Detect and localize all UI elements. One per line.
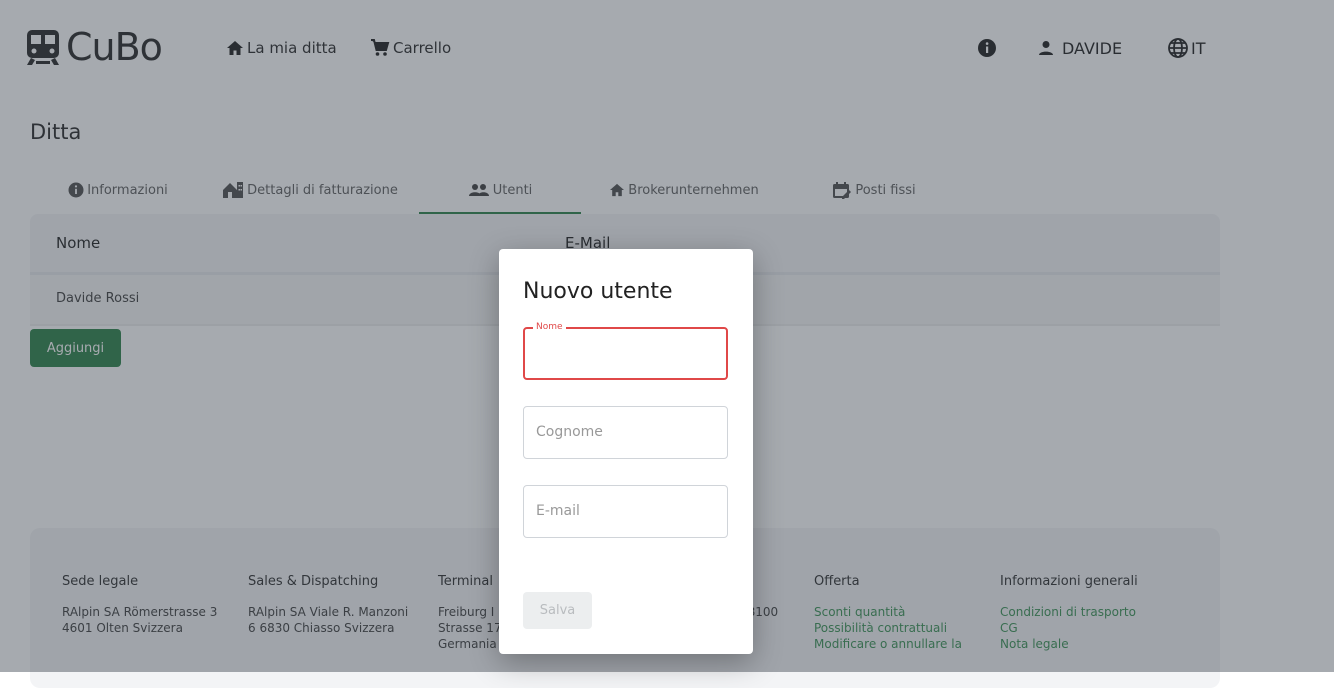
save-button[interactable]: Salva [523, 592, 592, 629]
surname-field[interactable] [523, 406, 728, 459]
email-field[interactable] [523, 485, 728, 538]
name-field-label: Nome [533, 321, 566, 333]
dialog-title: Nuovo utente [523, 279, 673, 304]
email-input[interactable] [536, 500, 706, 522]
name-input[interactable] [537, 345, 707, 367]
name-field[interactable]: Nome [523, 321, 728, 380]
surname-input[interactable] [536, 421, 706, 443]
new-user-dialog: Nuovo utente Nome Salva [499, 249, 753, 654]
